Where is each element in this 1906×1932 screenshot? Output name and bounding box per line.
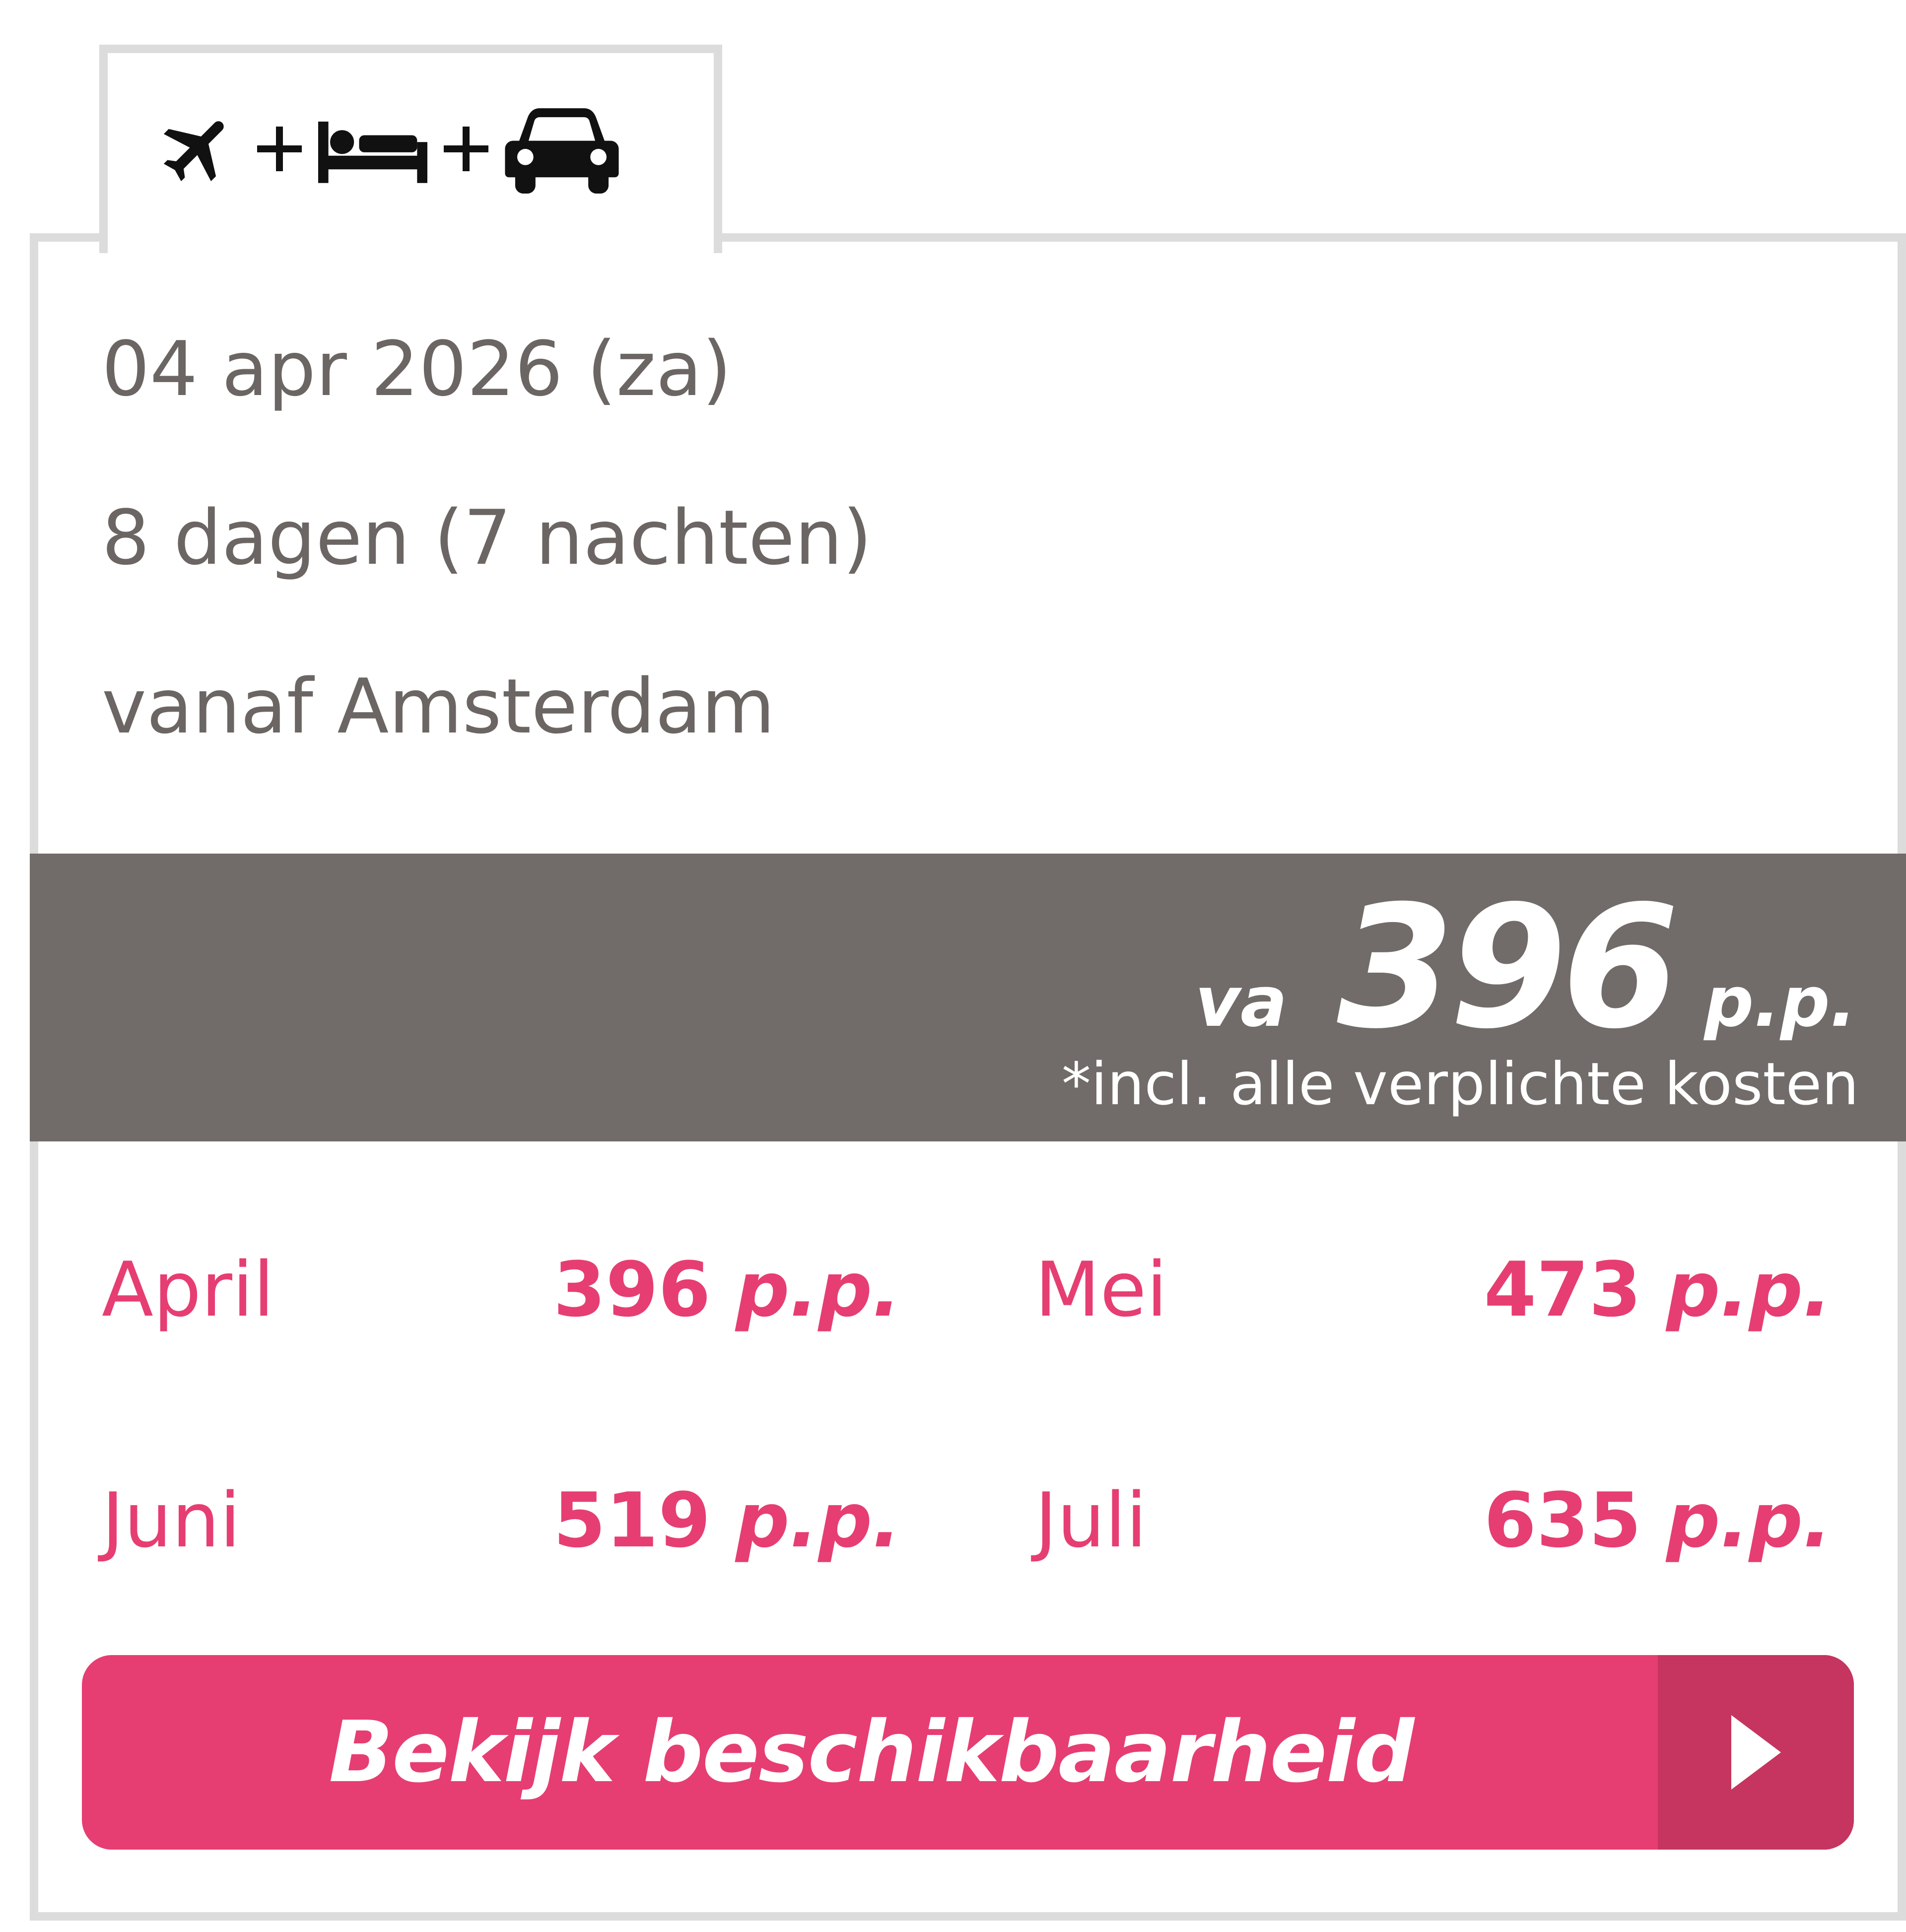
- month-label[interactable]: Mei: [1035, 1246, 1167, 1333]
- price-band: va 396 p.p. *incl. alle verplichte koste…: [30, 854, 1906, 1141]
- bed-icon: [318, 114, 427, 184]
- check-availability-button[interactable]: Bekijk beschikbaarheid: [82, 1655, 1854, 1850]
- plane-icon: [156, 107, 241, 191]
- month-price-unit: p.p.: [735, 1246, 901, 1333]
- month-price-value: 396: [553, 1246, 711, 1333]
- month-label[interactable]: Juli: [1035, 1476, 1147, 1564]
- month-price-unit: p.p.: [1666, 1476, 1832, 1564]
- price-amount: 396: [1337, 869, 1679, 1066]
- month-price[interactable]: 519 p.p.: [553, 1476, 901, 1564]
- month-price[interactable]: 635 p.p.: [1484, 1476, 1832, 1564]
- departure-date: 04 apr 2026 (za): [102, 325, 732, 413]
- car-icon: [505, 104, 619, 194]
- departure-location: vanaf Amsterdam: [102, 663, 775, 750]
- price-prefix: va: [1195, 962, 1288, 1043]
- month-price[interactable]: 473 p.p.: [1484, 1246, 1832, 1333]
- package-type-icons: [156, 104, 619, 194]
- month-label[interactable]: Juni: [102, 1476, 241, 1564]
- price-unit: p.p.: [1704, 962, 1856, 1043]
- month-price-value: 635: [1484, 1476, 1641, 1564]
- plus-icon: [250, 119, 309, 179]
- month-price-unit: p.p.: [1666, 1246, 1832, 1333]
- month-price[interactable]: 396 p.p.: [553, 1246, 901, 1333]
- price-summary: va 396 p.p.: [1195, 883, 1856, 1052]
- month-label[interactable]: April: [102, 1246, 274, 1333]
- month-price-unit: p.p.: [735, 1476, 901, 1564]
- month-price-value: 519: [553, 1476, 711, 1564]
- price-note: *incl. alle verplichte kosten: [1061, 1050, 1859, 1118]
- check-availability-label: Bekijk beschikbaarheid: [329, 1703, 1414, 1801]
- arrow-right-icon[interactable]: [1658, 1655, 1854, 1850]
- plus-icon: [436, 119, 496, 179]
- trip-duration: 8 dagen (7 nachten): [102, 494, 872, 582]
- tab-joint: [108, 233, 714, 253]
- month-price-value: 473: [1484, 1246, 1641, 1333]
